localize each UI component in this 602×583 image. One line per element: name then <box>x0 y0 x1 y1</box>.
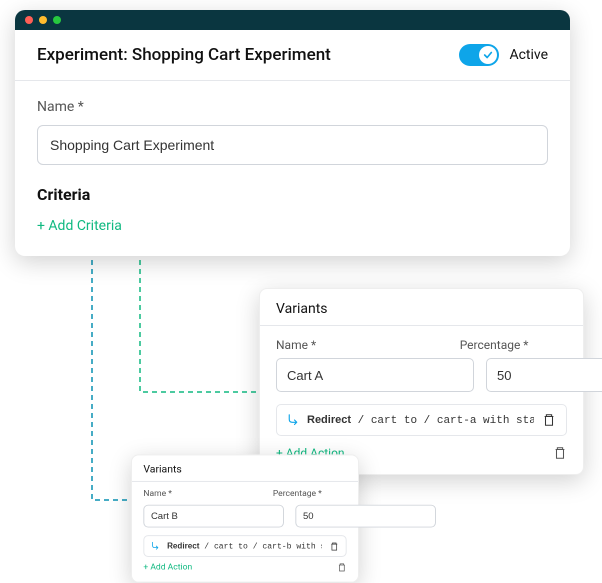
name-label: Name * <box>37 99 548 115</box>
delete-variant-icon[interactable] <box>553 446 567 460</box>
maximize-icon[interactable] <box>53 16 61 24</box>
trash-icon[interactable] <box>330 541 340 551</box>
experiment-name-input[interactable] <box>37 125 548 165</box>
page-title: Experiment: Shopping Cart Experiment <box>37 45 331 65</box>
experiment-card: Experiment: Shopping Cart Experiment Act… <box>15 10 570 256</box>
redirect-text: Redirect / cart to / cart-b with status:… <box>167 541 322 551</box>
variant-name-input[interactable] <box>276 358 474 392</box>
redirect-text: Redirect / cart to / cart-a with status:… <box>307 414 534 427</box>
variants-title: Variants <box>132 455 358 482</box>
active-label: Active <box>509 47 548 63</box>
delete-variant-icon[interactable] <box>337 563 347 573</box>
variant-name-input[interactable] <box>143 505 284 528</box>
toggle-knob <box>479 46 497 64</box>
variant-pct-label: Percentage * <box>460 338 567 352</box>
redirect-icon <box>287 414 299 426</box>
variant-name-label: Name * <box>143 490 261 500</box>
minimize-icon[interactable] <box>39 16 47 24</box>
redirect-action-row: Redirect / cart to / cart-b with status:… <box>143 535 346 557</box>
variant-name-label: Name * <box>276 338 448 352</box>
variant-card-a: Variants Name * Percentage * Redirect / … <box>259 288 584 475</box>
check-icon <box>483 50 493 60</box>
redirect-icon <box>151 542 160 551</box>
variant-pct-input[interactable] <box>295 505 436 528</box>
add-criteria-button[interactable]: + Add Criteria <box>37 218 122 234</box>
variant-pct-label: Percentage * <box>273 490 347 500</box>
variants-title: Variants <box>260 289 583 326</box>
variant-card-b: Variants Name * Percentage * Redirect / … <box>131 454 359 582</box>
add-action-button[interactable]: + Add Action <box>143 563 192 573</box>
card-header: Experiment: Shopping Cart Experiment Act… <box>15 30 570 81</box>
redirect-action-row: Redirect / cart to / cart-a with status:… <box>276 404 567 436</box>
variant-pct-input[interactable] <box>486 358 602 392</box>
window-titlebar <box>15 10 570 30</box>
card-body: Name * Criteria + Add Criteria <box>15 81 570 256</box>
active-toggle[interactable] <box>459 44 499 66</box>
criteria-heading: Criteria <box>37 185 548 204</box>
trash-icon[interactable] <box>542 413 556 427</box>
close-icon[interactable] <box>25 16 33 24</box>
